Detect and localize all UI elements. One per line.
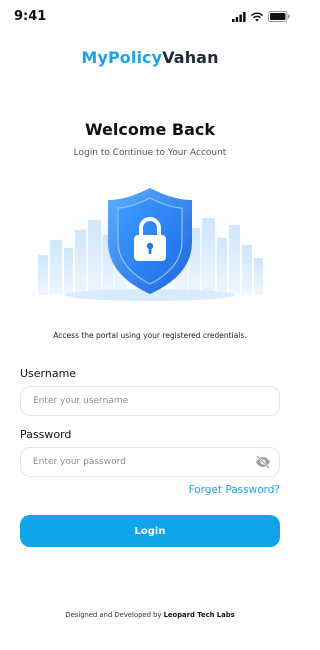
tagline: Access the portal using your registered …	[53, 331, 247, 340]
battery-icon	[268, 11, 290, 22]
page-title: Welcome Back	[84, 120, 216, 139]
password-input[interactable]	[33, 448, 243, 476]
username-input[interactable]	[33, 387, 243, 415]
wifi-icon	[250, 11, 264, 21]
footer-company: Leopard Tech Labs	[163, 611, 235, 619]
username-field[interactable]	[20, 386, 280, 416]
status-icons	[232, 11, 290, 22]
forgot-password-link[interactable]: Forget Password?	[189, 484, 280, 496]
brand-part-2: Vahan	[162, 48, 219, 67]
brand-part-1: MyPolicy	[81, 48, 163, 67]
password-label: Password	[20, 428, 72, 441]
signal-icon	[232, 11, 246, 22]
page-subtitle: Login to Continue to Your Account	[73, 148, 227, 158]
footer: Designed and Developed by Leopard Tech L…	[0, 611, 300, 619]
username-label: Username	[20, 367, 77, 380]
status-time: 9:41	[14, 9, 47, 24]
status-bar: 9:41	[0, 0, 300, 34]
footer-prefix: Designed and Developed by	[65, 611, 162, 619]
brand-logo: MyPolicyVahan	[0, 48, 300, 67]
password-field[interactable]	[20, 447, 280, 477]
shield-lock-illustration	[38, 188, 263, 310]
login-button[interactable]: Login	[20, 515, 280, 547]
eye-off-icon[interactable]	[255, 455, 271, 469]
